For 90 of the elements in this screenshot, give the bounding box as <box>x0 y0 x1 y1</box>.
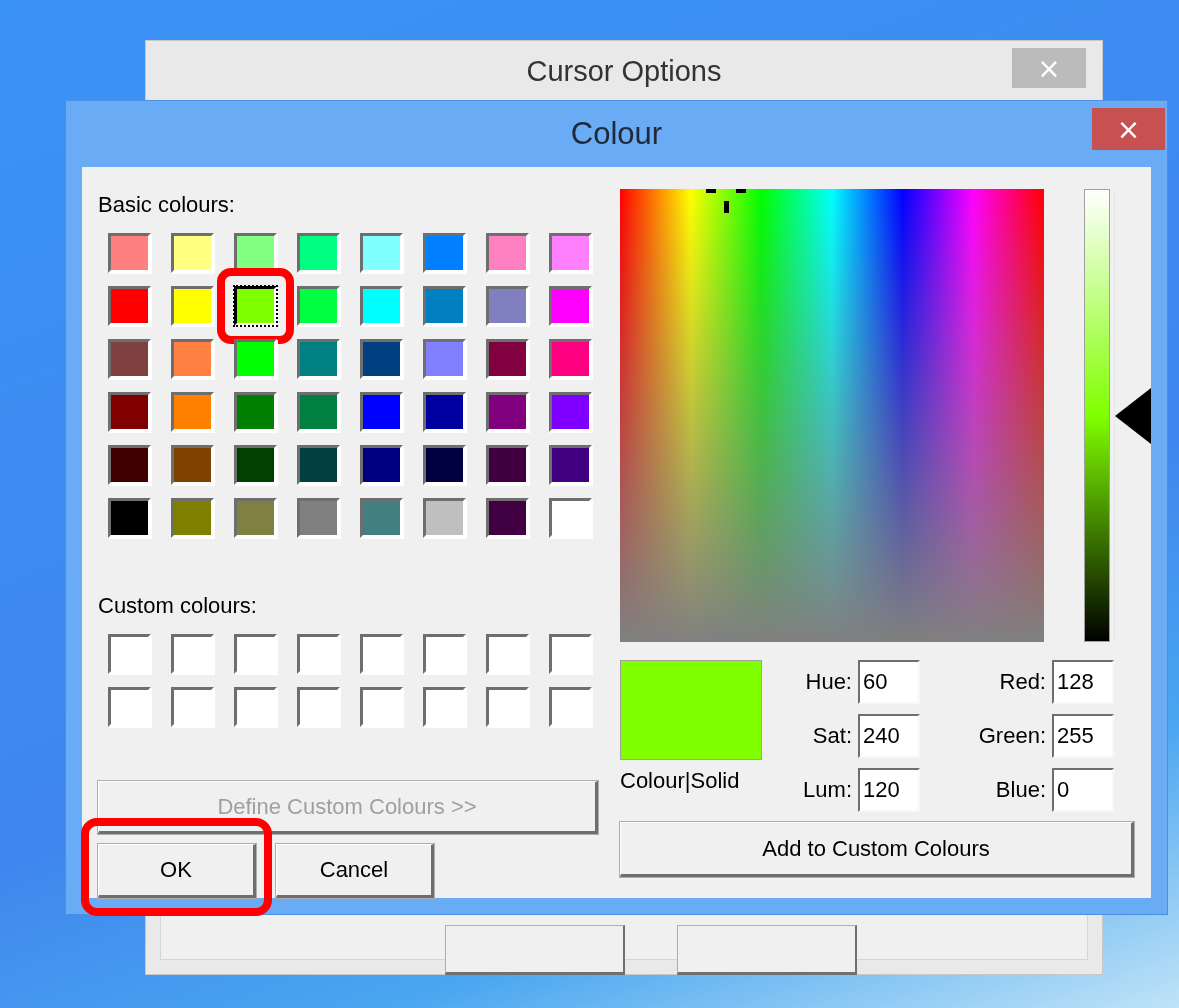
colour-swatch[interactable] <box>423 233 466 273</box>
custom-colour-swatch[interactable] <box>234 687 277 727</box>
field-label: Blue: <box>995 777 1046 803</box>
custom-colour-swatch[interactable] <box>108 634 151 674</box>
basic-colours-label: Basic colours: <box>98 191 236 219</box>
input-field[interactable]: 255 <box>1052 714 1114 758</box>
colour-swatch[interactable] <box>549 392 592 432</box>
colour-swatch[interactable] <box>297 339 340 379</box>
input-field[interactable]: 128 <box>1052 660 1114 704</box>
input-field[interactable]: 60 <box>858 660 920 704</box>
colour-swatch[interactable] <box>360 498 403 538</box>
colour-swatch[interactable] <box>108 498 151 538</box>
cancel-button[interactable]: Cancel <box>276 844 434 898</box>
custom-colour-swatch[interactable] <box>234 634 277 674</box>
field-label: Red: <box>999 669 1046 695</box>
colour-swatch[interactable] <box>549 286 592 326</box>
colour-swatch[interactable] <box>360 392 403 432</box>
close-button[interactable]: × <box>1092 108 1165 150</box>
colour-swatch[interactable] <box>486 339 529 379</box>
custom-colour-swatch[interactable] <box>423 634 466 674</box>
custom-colour-swatch[interactable] <box>486 687 529 727</box>
colour-swatch[interactable] <box>297 286 340 326</box>
colour-swatch[interactable] <box>360 286 403 326</box>
custom-colour-swatch[interactable] <box>549 687 592 727</box>
input-field[interactable]: 0 <box>1052 768 1114 812</box>
custom-colour-swatch[interactable] <box>360 634 403 674</box>
colour-swatch[interactable] <box>108 286 151 326</box>
colour-swatch[interactable] <box>234 498 277 538</box>
colour-swatch[interactable] <box>108 233 151 273</box>
add-to-custom-colours-button[interactable]: Add to Custom Colours <box>620 822 1134 877</box>
colour-swatch[interactable] <box>234 286 277 326</box>
colour-swatch[interactable] <box>549 445 592 485</box>
input-field[interactable]: 120 <box>858 768 920 812</box>
cancel-button[interactable] <box>677 925 857 975</box>
colour-swatch[interactable] <box>423 392 466 432</box>
colour-swatch[interactable] <box>171 445 214 485</box>
colour-swatch[interactable] <box>108 392 151 432</box>
colour-swatch[interactable] <box>234 339 277 379</box>
window-title: Cursor Options <box>526 54 722 88</box>
custom-colour-swatch[interactable] <box>171 634 214 674</box>
colour-swatch[interactable] <box>549 233 592 273</box>
colour-swatch[interactable] <box>297 233 340 273</box>
colour-swatch[interactable] <box>171 339 214 379</box>
colour-swatch[interactable] <box>171 498 214 538</box>
colour-swatch[interactable] <box>423 339 466 379</box>
colour-swatch[interactable] <box>297 498 340 538</box>
colour-swatch[interactable] <box>486 498 529 538</box>
field-label: Hue: <box>805 669 852 695</box>
preview-label: Colour|Solid <box>620 768 741 794</box>
custom-colour-swatch[interactable] <box>360 687 403 727</box>
colour-swatch[interactable] <box>108 445 151 485</box>
colour-swatch[interactable] <box>297 392 340 432</box>
custom-colour-swatch[interactable] <box>297 634 340 674</box>
field-label: Lum: <box>803 777 852 803</box>
colour-swatch[interactable] <box>486 286 529 326</box>
colour-swatch[interactable] <box>549 498 592 538</box>
ok-button[interactable]: OK <box>98 844 256 898</box>
colour-swatch[interactable] <box>486 445 529 485</box>
colour-swatch[interactable] <box>549 339 592 379</box>
colour-swatch[interactable] <box>171 392 214 432</box>
field-label: Sat: <box>812 723 852 749</box>
colour-swatch[interactable] <box>108 339 151 379</box>
input-field[interactable]: 240 <box>858 714 920 758</box>
colour-swatch[interactable] <box>423 286 466 326</box>
custom-colour-swatch[interactable] <box>297 687 340 727</box>
custom-colour-swatch[interactable] <box>549 634 592 674</box>
crosshair-icon <box>706 189 747 215</box>
colour-swatch[interactable] <box>486 392 529 432</box>
custom-colour-swatch[interactable] <box>171 687 214 727</box>
dialog-title: Colour <box>570 116 663 152</box>
colour-swatch[interactable] <box>423 445 466 485</box>
colour-swatch[interactable] <box>423 498 466 538</box>
colour-swatch[interactable] <box>360 339 403 379</box>
colour-swatch[interactable] <box>171 233 214 273</box>
ok-button[interactable] <box>445 925 625 975</box>
colour-swatch[interactable] <box>234 445 277 485</box>
custom-colours-label: Custom colours: <box>98 592 258 620</box>
field-label: Green: <box>978 723 1046 749</box>
luminance-bar[interactable] <box>1084 189 1110 642</box>
colour-swatch[interactable] <box>234 392 277 432</box>
colour-swatch[interactable] <box>360 233 403 273</box>
slider-arrow[interactable] <box>1115 387 1151 444</box>
colour-swatch[interactable] <box>486 233 529 273</box>
colour-spectrum[interactable] <box>620 189 1044 642</box>
colour-swatch[interactable] <box>297 445 340 485</box>
colour-swatch[interactable] <box>171 286 214 326</box>
colour-swatch[interactable] <box>360 445 403 485</box>
custom-colour-swatch[interactable] <box>486 634 529 674</box>
custom-colour-swatch[interactable] <box>423 687 466 727</box>
custom-colour-swatch[interactable] <box>108 687 151 727</box>
